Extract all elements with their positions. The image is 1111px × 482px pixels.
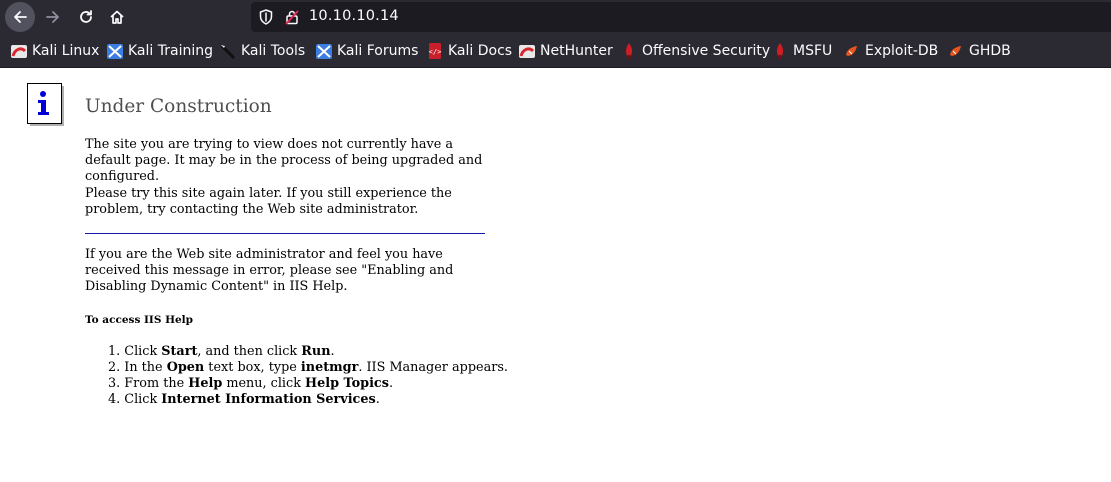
- bookmark-label: Kali Tools: [241, 43, 306, 59]
- bookmark-label: Exploit-DB: [865, 43, 939, 59]
- list-item: 1. Click Start, and then click Run.: [108, 344, 335, 359]
- bookmark-label: Kali Docs: [448, 43, 513, 59]
- bookmark-nethunter[interactable]: NetHunter: [519, 42, 613, 60]
- insecure-lock-icon[interactable]: [284, 9, 300, 29]
- help-steps-list: 1. Click Start, and then click Run. 2. I…: [108, 344, 508, 408]
- bookmark-kali-tools[interactable]: Kali Tools: [220, 42, 305, 60]
- ghdb-icon: [948, 43, 964, 59]
- list-item: 3. From the Help menu, click Help Topics…: [108, 376, 394, 391]
- message-paragraph: The site you are trying to view does not…: [85, 137, 483, 184]
- shield-icon[interactable]: [259, 9, 273, 29]
- forward-button[interactable]: [38, 2, 68, 32]
- bookmark-msfu[interactable]: MSFU: [772, 42, 832, 60]
- bookmark-kali-training[interactable]: Kali Training: [107, 42, 213, 60]
- msfu-icon: [772, 43, 788, 59]
- divider: [85, 233, 485, 234]
- kali-icon: [11, 43, 27, 59]
- bookmark-label: Kali Training: [128, 43, 213, 59]
- reload-button[interactable]: [71, 2, 101, 32]
- browser-toolbar: 10.10.10.14: [0, 0, 1111, 34]
- bookmark-kali-forums[interactable]: Kali Forums: [316, 42, 418, 60]
- bookmark-label: GHDB: [969, 43, 1011, 59]
- list-item: 2. In the Open text box, type inetmgr. I…: [108, 360, 508, 375]
- bookmark-label: Kali Linux: [32, 43, 100, 59]
- forward-arrow-icon: [46, 11, 59, 23]
- svg-text:</>: </>: [429, 48, 442, 56]
- bookmark-label: Kali Forums: [337, 43, 419, 59]
- kali-docs-icon: </>: [427, 43, 443, 59]
- kali-training-icon: [107, 43, 123, 59]
- page-content: Under Construction The site you are tryi…: [0, 68, 1111, 482]
- nethunter-icon: [519, 43, 535, 59]
- address-bar[interactable]: 10.10.10.14: [251, 2, 1111, 32]
- admin-paragraph: If you are the Web site administrator an…: [85, 247, 454, 294]
- home-button[interactable]: [102, 2, 132, 32]
- home-icon: [110, 10, 124, 24]
- offsec-icon: [621, 43, 637, 59]
- help-heading: To access IIS Help: [85, 314, 194, 326]
- bookmark-kali-linux[interactable]: Kali Linux: [11, 42, 99, 60]
- kali-tools-icon: [220, 43, 236, 60]
- back-button[interactable]: [5, 2, 35, 32]
- bookmarks-toolbar: Kali Linux Kali Training Kali Tools Kali…: [0, 34, 1111, 68]
- page-title: Under Construction: [85, 96, 272, 117]
- back-arrow-icon: [14, 11, 27, 23]
- bookmark-label: NetHunter: [540, 43, 613, 59]
- bookmark-ghdb[interactable]: GHDB: [948, 42, 1011, 60]
- bookmark-kali-docs[interactable]: </> Kali Docs: [427, 42, 512, 60]
- url-text[interactable]: 10.10.10.14: [309, 8, 399, 24]
- bookmark-label: Offensive Security: [642, 43, 771, 59]
- bookmark-exploit-db[interactable]: Exploit-DB: [844, 42, 938, 60]
- exploitdb-icon: [844, 43, 860, 59]
- reload-icon: [80, 10, 92, 23]
- kali-forums-icon: [316, 43, 332, 59]
- retry-paragraph: Please try this site again later. If you…: [85, 186, 452, 217]
- list-item: 4. Click Internet Information Services.: [108, 392, 380, 407]
- bookmark-offensive-security[interactable]: Offensive Security: [621, 42, 770, 60]
- bookmark-label: MSFU: [793, 43, 833, 59]
- info-icon: [27, 83, 64, 126]
